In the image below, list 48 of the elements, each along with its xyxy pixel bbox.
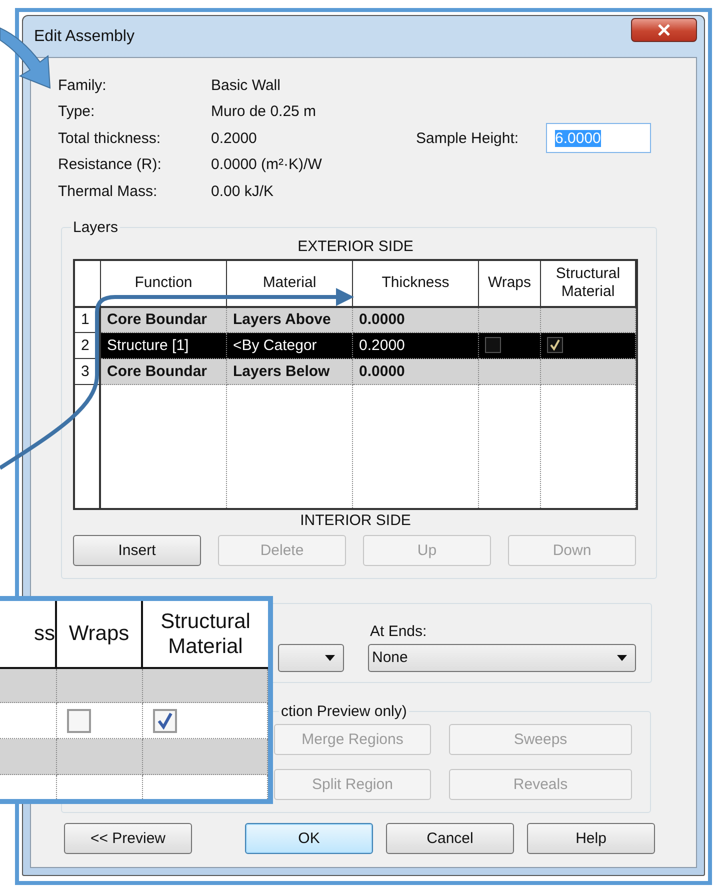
- table-cell[interactable]: <By Categor: [227, 332, 353, 358]
- sample-height-label: Sample Height:: [416, 130, 520, 147]
- layer-button[interactable]: Insert: [73, 534, 201, 566]
- wraps-checkbox[interactable]: [67, 708, 91, 732]
- side-label: EXTERIOR SIDE: [296, 236, 414, 256]
- property-label: Resistance (R):: [58, 156, 162, 174]
- close-button[interactable]: [631, 18, 697, 42]
- dialog-button[interactable]: << Preview: [64, 822, 192, 854]
- dropdown[interactable]: [278, 644, 344, 672]
- table-cell[interactable]: Layers Below: [227, 358, 353, 384]
- property-label: Type:: [58, 103, 96, 120]
- caret-icon: [617, 654, 627, 660]
- table-cell[interactable]: 0.2000: [353, 332, 479, 358]
- column-header: ss: [0, 601, 57, 669]
- dialog-button[interactable]: Cancel: [386, 822, 514, 854]
- dialog-button[interactable]: Help: [527, 822, 655, 854]
- column-header: Material: [227, 260, 353, 308]
- column-header: Wraps: [57, 601, 143, 669]
- table-cell[interactable]: Structure [1]: [101, 332, 227, 358]
- property-label: Family:: [58, 76, 108, 94]
- property-value: Muro de 0.25 m: [211, 103, 318, 120]
- table-cell[interactable]: 0.0000: [353, 358, 479, 384]
- table-cell[interactable]: Core Boundar: [101, 358, 227, 384]
- dialog-button[interactable]: OK: [245, 822, 373, 854]
- property-value: 0.2000: [211, 130, 258, 147]
- wraps-checkbox[interactable]: [485, 337, 501, 353]
- table-cell[interactable]: 0.0000: [353, 308, 479, 332]
- at-ends-dropdown[interactable]: None: [368, 644, 636, 672]
- window-title: Edit Assembly: [33, 28, 134, 46]
- property-label: Total thickness:: [58, 130, 162, 147]
- property-value: 0.00 kJ/K: [211, 182, 275, 200]
- property-value: Basic Wall: [211, 76, 282, 94]
- at-ends-label: At Ends:: [369, 622, 428, 640]
- structural-checkbox[interactable]: [153, 708, 177, 732]
- column-header: Wraps: [479, 260, 541, 308]
- table-cell[interactable]: Layers Above: [227, 308, 353, 332]
- column-header: Function: [101, 260, 227, 308]
- table-cell[interactable]: Core Boundar: [101, 308, 227, 332]
- side-label: INTERIOR SIDE: [299, 510, 412, 530]
- property-value: 0.0000 (m²·K)/W: [211, 156, 323, 174]
- group-title: Layers: [72, 218, 120, 236]
- close-icon: [657, 24, 671, 36]
- column-header: Thickness: [353, 260, 479, 308]
- column-header: Structural Material: [541, 260, 636, 308]
- property-label: Thermal Mass:: [58, 182, 158, 200]
- group-title: ction Preview only): [280, 702, 408, 720]
- structural-checkbox[interactable]: [547, 337, 563, 353]
- caret-icon: [325, 654, 335, 660]
